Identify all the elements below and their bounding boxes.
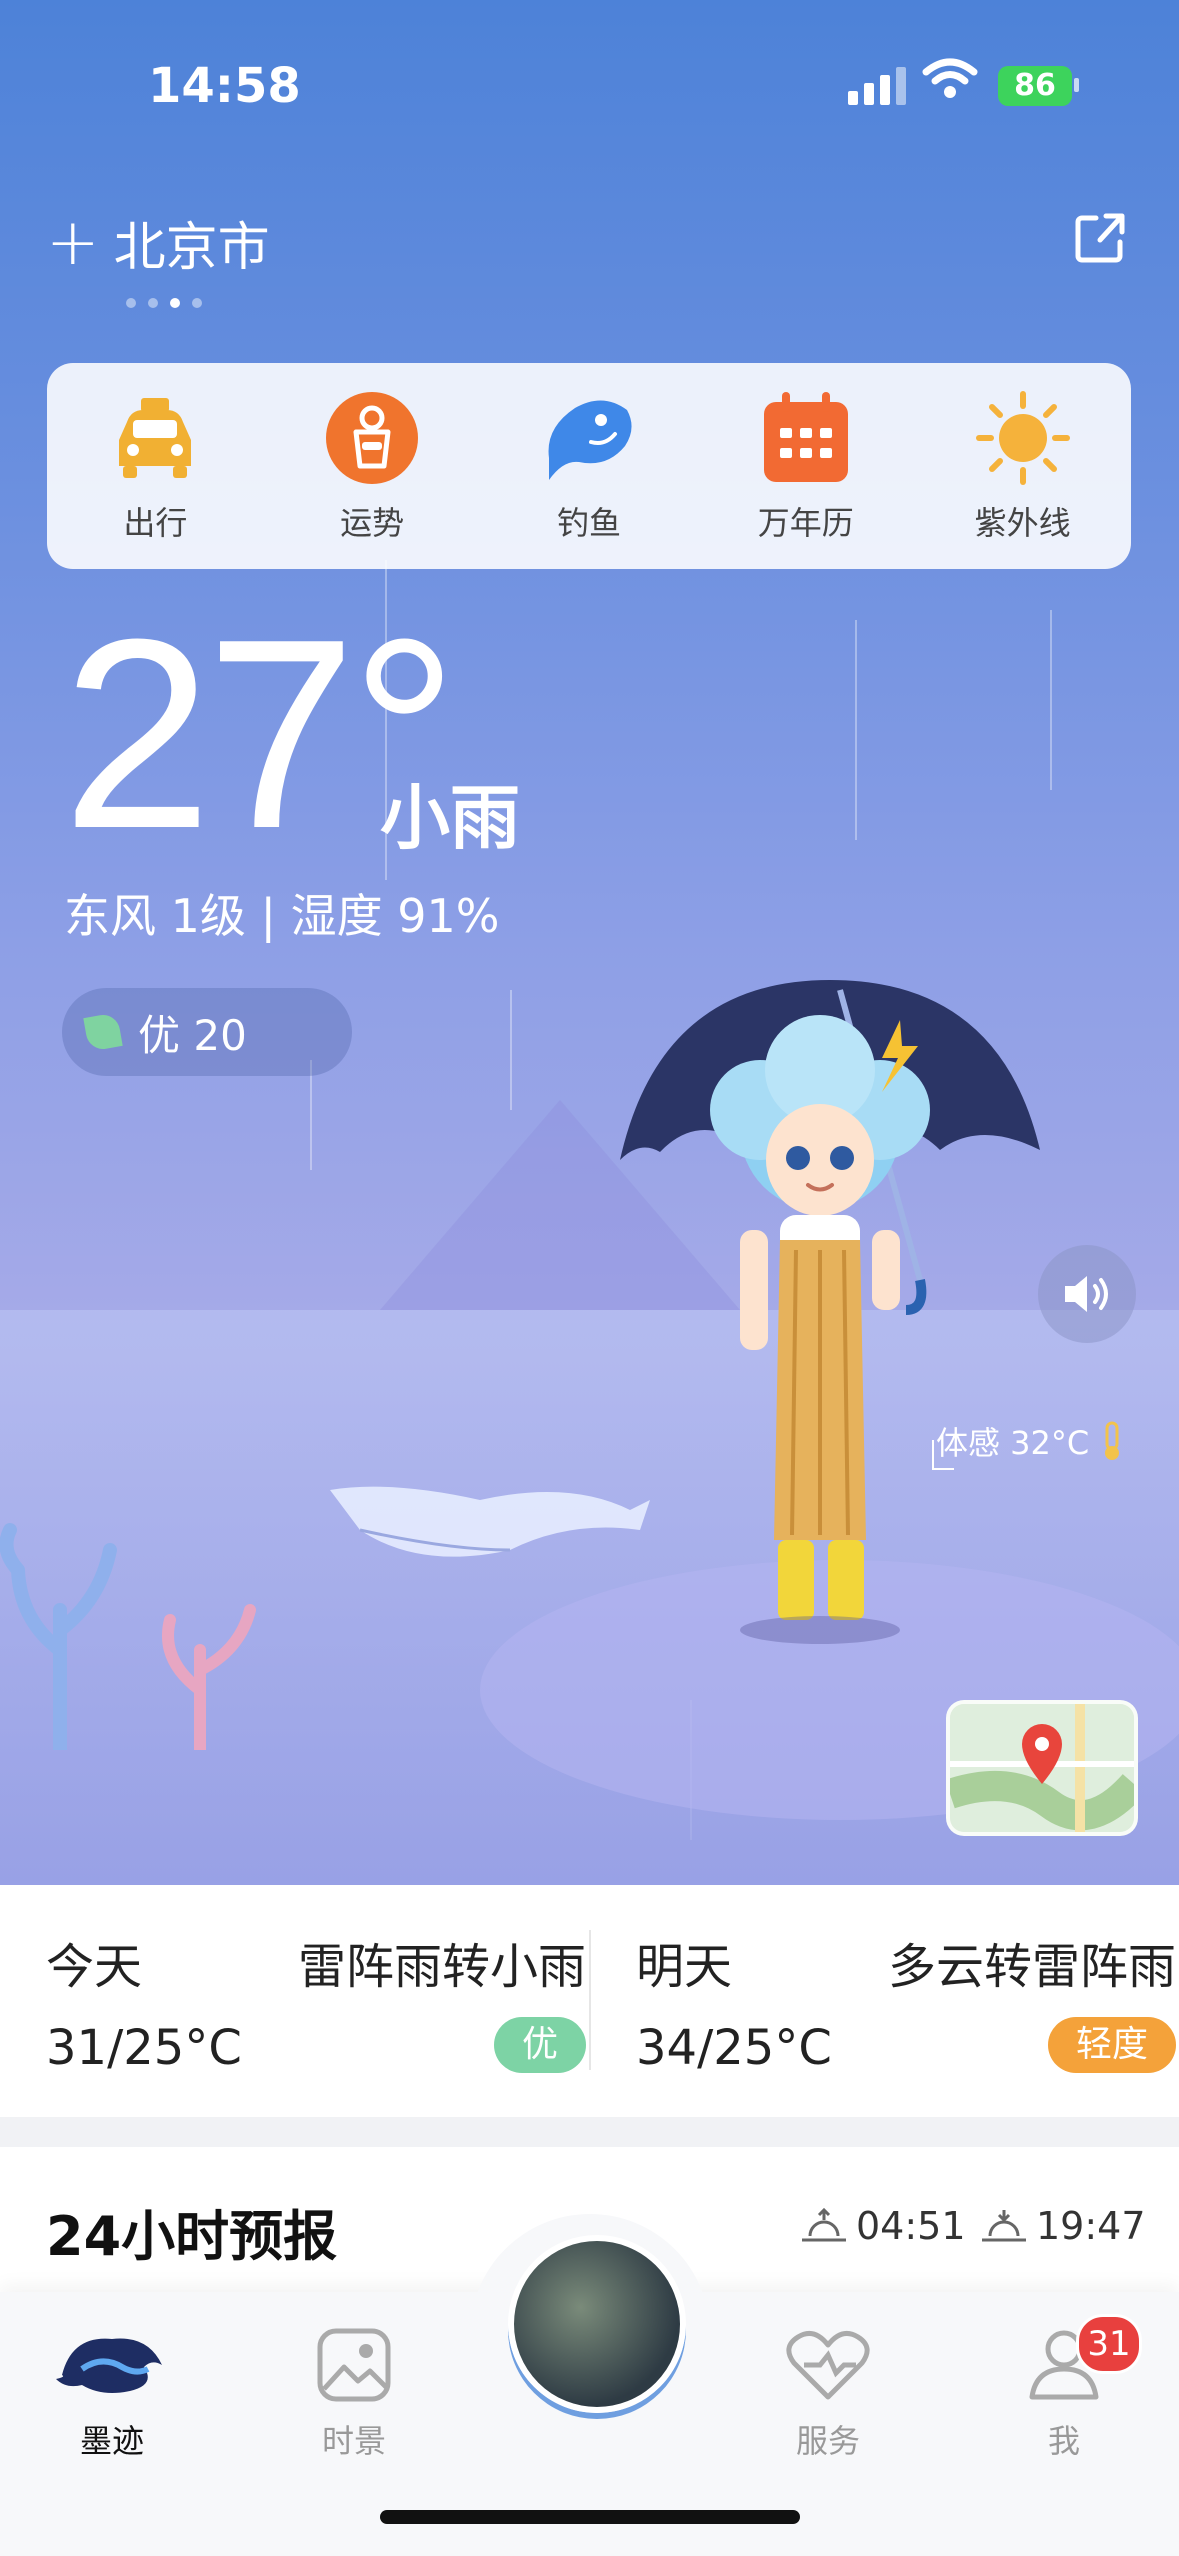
status-time: 14:58	[148, 58, 301, 114]
aqi-value: 优 20	[138, 1010, 247, 1060]
tab-label: 服务	[795, 2422, 860, 2460]
sunset-time: 19:47	[1036, 2204, 1146, 2248]
sunrise: 04:51	[800, 2204, 966, 2248]
moji-icon	[32, 2320, 192, 2410]
sunrise-icon	[802, 2207, 846, 2242]
day-desc: 雷阵雨转小雨	[297, 1939, 586, 1995]
day-name: 今天	[46, 1939, 143, 1995]
map-button[interactable]	[946, 1700, 1138, 1836]
tool-uv[interactable]: 紫外线	[943, 388, 1103, 544]
battery-cap	[1074, 78, 1079, 92]
sun-icon	[973, 388, 1073, 488]
sunset: 19:47	[980, 2204, 1146, 2248]
today-card[interactable]: 今天 雷阵雨转小雨 31/25°C 优	[46, 1885, 586, 2117]
share-icon[interactable]	[1072, 210, 1128, 266]
plus-icon[interactable]: +	[46, 211, 100, 275]
fortune-icon	[322, 388, 422, 488]
day-range: 34/25°C	[636, 2020, 832, 2076]
current-condition: 小雨	[380, 777, 520, 859]
coral-decoration	[0, 1523, 256, 1750]
tool-fishing[interactable]: 钓鱼	[509, 388, 669, 544]
tool-label: 紫外线	[974, 504, 1071, 542]
tool-calendar[interactable]: 万年历	[726, 388, 886, 544]
heart-icon	[748, 2320, 908, 2410]
tab-moji[interactable]: 墨迹	[32, 2320, 192, 2462]
battery-icon: 86	[998, 66, 1072, 106]
aqi-badge: 轻度	[1047, 2017, 1176, 2073]
calendar-icon	[756, 388, 856, 488]
sunset-icon	[982, 2210, 1026, 2242]
rain-streak	[310, 1060, 312, 1170]
feels-like: 体感 32°C	[936, 1418, 1127, 1464]
signal-icon	[848, 65, 906, 105]
day-desc: 多云转雷阵雨	[887, 1939, 1176, 1995]
city-selector[interactable]: + 北京市	[46, 205, 270, 280]
tomorrow-card[interactable]: 明天 多云转雷阵雨 34/25°C 轻度	[636, 1885, 1176, 2117]
aqi-pill[interactable]: 优 20	[62, 988, 352, 1076]
tool-label: 钓鱼	[556, 504, 621, 542]
aqi-badge: 优	[493, 2017, 586, 2073]
city-name: 北京市	[113, 218, 270, 278]
page-dot	[126, 298, 136, 308]
tool-label: 出行	[123, 504, 188, 542]
tab-label: 墨迹	[79, 2422, 144, 2460]
leaf-icon	[83, 1012, 123, 1052]
tool-label: 运势	[340, 504, 405, 542]
image-icon	[274, 2320, 434, 2410]
page-dots	[126, 298, 202, 308]
map-icon	[950, 1704, 1134, 1832]
sound-button[interactable]	[1038, 1245, 1136, 1343]
speaker-icon	[1065, 1276, 1108, 1312]
sunrise-time: 04:51	[856, 2204, 966, 2248]
thermometer-icon	[1105, 1421, 1120, 1460]
center-scene-button[interactable]	[508, 2235, 686, 2413]
weather-app: { "status_bar": {"time": "14:58", "batte…	[0, 0, 1179, 2556]
tool-travel[interactable]: 出行	[75, 388, 235, 544]
wind-humidity: 东风 1级 | 湿度 91%	[64, 889, 500, 943]
home-indicator	[380, 2510, 800, 2524]
day-range: 31/25°C	[46, 2020, 242, 2076]
tools-bar: 出行 运势 钓鱼 万年历 紫外线	[47, 363, 1131, 569]
day-name: 明天	[636, 1939, 733, 1995]
tool-fortune[interactable]: 运势	[292, 388, 452, 544]
page-dot-active	[170, 298, 180, 308]
feels-like-text: 体感 32°C	[936, 1424, 1090, 1462]
tab-scene[interactable]: 时景	[274, 2320, 434, 2462]
notification-badge: 31	[1076, 2314, 1142, 2374]
wifi-icon	[922, 58, 978, 98]
tab-label: 我	[1047, 2422, 1080, 2460]
weather-character[interactable]	[620, 980, 1040, 1700]
section-gap	[0, 2117, 1179, 2147]
tab-label: 时景	[321, 2422, 386, 2460]
whale-decoration	[330, 1486, 650, 1557]
tool-label: 万年历	[757, 504, 854, 542]
page-dot	[192, 298, 202, 308]
forecast-title: 24小时预报	[46, 2205, 338, 2268]
tab-service[interactable]: 服务	[748, 2320, 908, 2462]
fish-icon	[539, 388, 639, 488]
rain-streak	[1050, 610, 1052, 790]
taxi-icon	[105, 388, 205, 488]
rain-streak	[510, 990, 512, 1110]
rain-streak	[855, 620, 857, 840]
page-dot	[148, 298, 158, 308]
divider	[589, 1930, 591, 2070]
